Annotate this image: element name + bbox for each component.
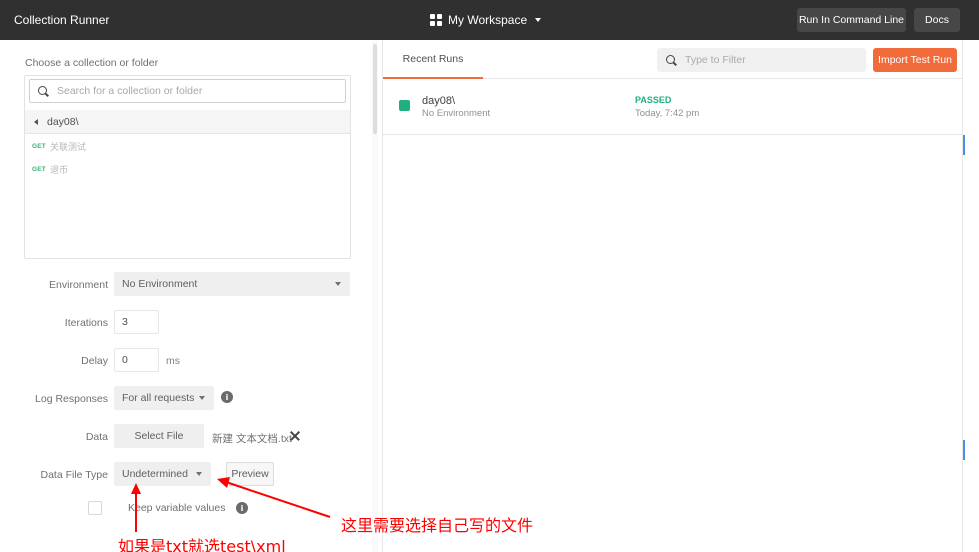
data-file-type-value: Undetermined [122,468,188,480]
request-method: GET [32,143,46,150]
log-responses-value: For all requests [122,392,195,404]
info-icon[interactable]: i [221,391,233,403]
run-status-dot [399,100,410,111]
info-icon[interactable]: i [236,502,248,514]
chevron-down-icon [199,396,205,400]
chevron-down-icon [535,18,542,22]
scrollbar-thumb[interactable] [373,44,377,134]
iterations-input[interactable] [114,310,159,334]
data-label: Data [85,431,108,443]
collection-search-input[interactable] [57,85,337,97]
keep-variable-checkbox[interactable] [88,501,102,515]
run-name: day08\ [422,95,456,107]
request-name: 关联测试 [49,142,86,152]
caret-left-icon[interactable] [34,118,38,125]
environment-label: Environment [49,279,108,291]
preview-button[interactable]: Preview [226,462,274,486]
run-status: PASSED [635,95,672,105]
environment-value: No Environment [122,278,198,290]
folder-row[interactable]: day08\ [25,110,350,134]
delay-unit: ms [166,355,180,367]
run-environment: No Environment [422,108,491,119]
selected-file-name: 新建 文本文档.txt [212,433,292,445]
run-time: Today, 7:42 pm [635,108,700,119]
top-bar: Collection Runner My Workspace Run In Co… [0,0,979,40]
request-name: 退币 [49,165,68,175]
iterations-label: Iterations [64,317,108,329]
app-title: Collection Runner [14,13,110,27]
log-responses-select[interactable]: For all requests [114,386,214,410]
annotation-select-file-note: 这里需要选择自己写的文件 [341,516,534,535]
workspace-label: My Workspace [448,13,528,27]
delay-input[interactable] [114,348,159,372]
search-icon [38,85,49,97]
request-item[interactable]: GET 关联测试 [32,140,86,153]
workspace-switcher[interactable]: My Workspace [430,11,542,29]
request-item[interactable]: GET 退币 [32,163,68,176]
filter-box[interactable] [657,48,866,72]
choose-collection-label: Choose a collection or folder [25,57,159,69]
data-file-type-label: Data File Type [40,469,108,481]
run-in-command-line-button[interactable]: Run In Command Line [797,8,906,32]
workspace-grid-icon [430,14,442,26]
chevron-down-icon [196,472,202,476]
annotation-file-type-note: 如果是txt就选test\xml [118,537,286,552]
keep-variable-label: Keep variable values [128,502,226,514]
tab-recent-runs[interactable]: Recent Runs [383,40,483,79]
collection-search[interactable] [29,79,346,103]
panel-splitter[interactable] [372,40,378,552]
right-scrollbar[interactable] [962,40,979,552]
import-test-run-button[interactable]: Import Test Run [873,48,957,72]
select-file-button[interactable]: Select File [114,424,204,448]
folder-name: day08\ [47,115,79,128]
docs-button[interactable]: Docs [914,8,960,32]
request-method: GET [32,166,46,173]
recent-run-row[interactable]: day08\ No Environment PASSED Today, 7:42… [383,80,962,135]
data-file-type-select[interactable]: Undetermined [114,462,211,486]
environment-select[interactable]: No Environment [114,272,350,296]
chevron-down-icon [335,282,341,286]
filter-input[interactable] [685,54,855,66]
filter-search-icon [666,54,677,66]
close-icon[interactable] [289,430,300,441]
log-responses-label: Log Responses [35,393,108,405]
delay-label: Delay [81,355,108,367]
